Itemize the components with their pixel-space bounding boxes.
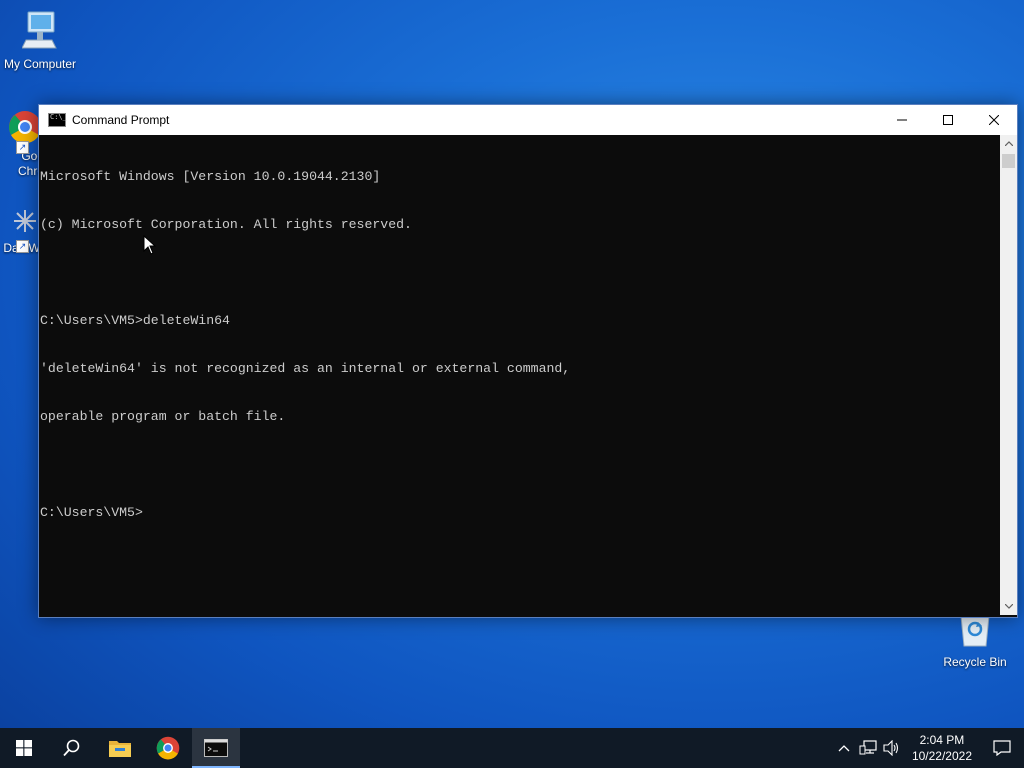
console-line: C:\Users\VM5>deleteWin64 — [40, 313, 230, 328]
taskbar-command-prompt[interactable] — [192, 728, 240, 768]
network-status-button[interactable] — [856, 728, 880, 768]
search-button[interactable] — [48, 728, 96, 768]
desktop-icon-recycle-bin[interactable]: Recycle Bin — [935, 612, 1015, 669]
console-line: 'deleteWin64' is not recognized as an in… — [40, 361, 571, 376]
console-output[interactable]: Microsoft Windows [Version 10.0.19044.21… — [39, 135, 999, 615]
taskbar-chrome[interactable] — [144, 728, 192, 768]
start-button[interactable] — [0, 728, 48, 768]
scroll-up-button[interactable] — [1000, 135, 1017, 152]
show-hidden-icons-button[interactable] — [832, 728, 856, 768]
console-line: Microsoft Windows [Version 10.0.19044.21… — [40, 169, 381, 184]
command-prompt-window[interactable]: Command Prompt Microsoft Windows [Versio… — [38, 104, 1018, 618]
console-line: operable program or batch file. — [40, 409, 286, 424]
shortcut-arrow-icon: ↗ — [16, 240, 29, 253]
system-tray: 2:04 PM 10/22/2022 — [832, 728, 1024, 768]
chevron-up-icon — [838, 745, 850, 752]
window-titlebar[interactable]: Command Prompt — [39, 105, 1017, 135]
clock-date: 10/22/2022 — [911, 749, 972, 763]
datawin-icon — [14, 210, 36, 232]
desktop-icon-my-computer[interactable]: My Computer — [0, 10, 80, 71]
mouse-cursor-icon — [143, 235, 157, 255]
scroll-thumb[interactable] — [1002, 154, 1015, 168]
cmd-icon — [48, 113, 67, 127]
close-button[interactable] — [971, 105, 1017, 135]
action-center-button[interactable] — [980, 728, 1024, 768]
taskbar-clock[interactable]: 2:04 PM 10/22/2022 — [904, 732, 980, 764]
network-icon — [859, 740, 877, 755]
vertical-scrollbar[interactable] — [1000, 135, 1017, 615]
desktop-icon-label: Recycle Bin — [943, 655, 1007, 669]
shortcut-arrow-icon: ↗ — [16, 141, 29, 154]
taskbar-file-explorer[interactable] — [96, 728, 144, 768]
volume-button[interactable] — [880, 728, 904, 768]
speaker-icon — [883, 740, 898, 756]
search-icon — [63, 739, 80, 757]
folder-icon — [109, 741, 131, 757]
minimize-button[interactable] — [879, 105, 925, 135]
chevron-up-icon — [1004, 141, 1013, 146]
taskbar: 2:04 PM 10/22/2022 — [0, 728, 1024, 768]
chrome-icon — [156, 736, 180, 760]
chevron-down-icon — [1004, 604, 1013, 609]
chrome-icon — [9, 111, 41, 144]
console-prompt-line: C:\Users\VM5> — [40, 505, 143, 520]
window-title: Command Prompt — [72, 113, 170, 127]
scroll-down-button[interactable] — [1000, 598, 1017, 615]
desktop: My Computer Goo Chro ↗ DataW ↗ Recycle B… — [0, 0, 1024, 768]
clock-time: 2:04 PM — [919, 733, 965, 747]
close-icon — [989, 115, 999, 125]
window-controls — [879, 105, 1017, 135]
minimize-icon — [897, 119, 907, 121]
computer-icon — [21, 11, 57, 49]
desktop-icon-label: My Computer — [3, 57, 77, 71]
notification-icon — [993, 740, 1011, 756]
windows-logo-icon — [16, 740, 32, 756]
cmd-icon — [204, 739, 228, 757]
console-line: (c) Microsoft Corporation. All rights re… — [40, 217, 412, 232]
maximize-icon — [943, 115, 953, 125]
maximize-button[interactable] — [925, 105, 971, 135]
